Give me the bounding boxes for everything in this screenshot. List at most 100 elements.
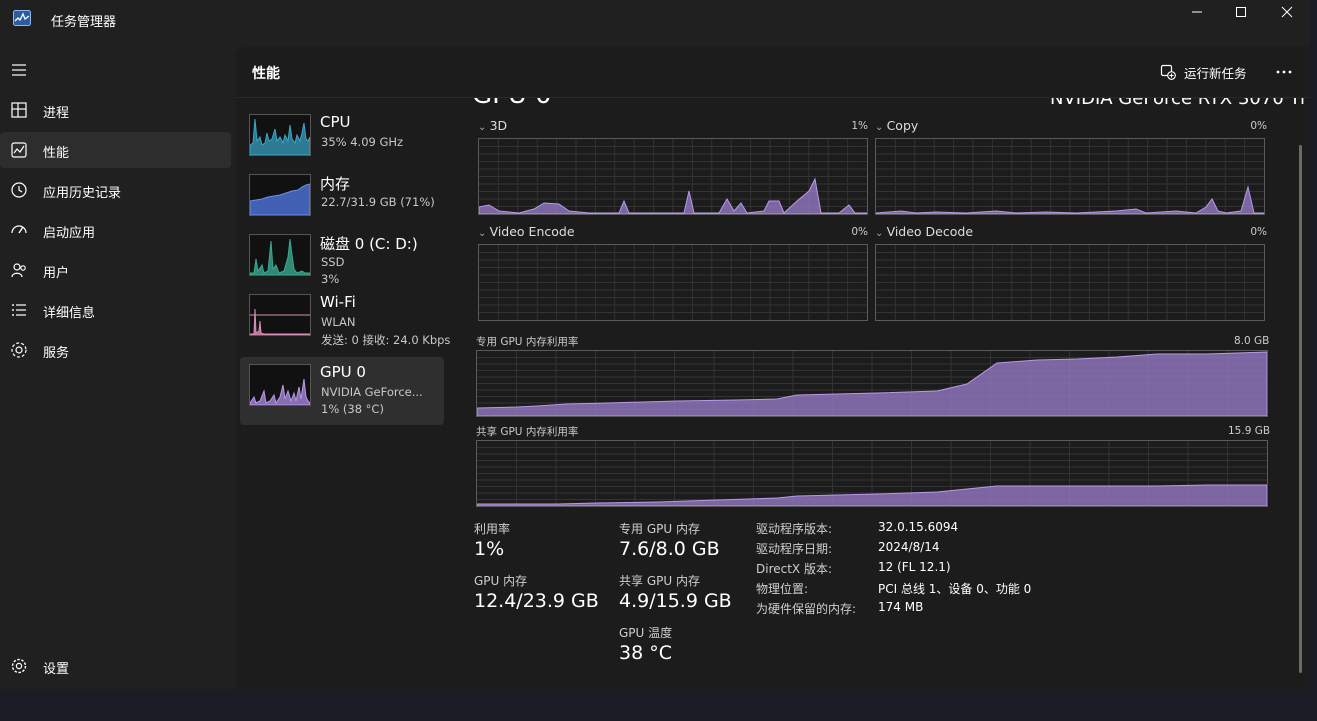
device-subtitle-2: 发送: 0 接收: 24.0 Kbps [321,333,451,347]
reserved-memory-value: 174 MB [878,600,924,614]
graph-3d [478,138,868,215]
maximize-icon [1236,7,1246,17]
gpu-memory-label: GPU 内存 [474,574,528,588]
graph-video-encode [478,244,868,321]
device-title: 磁盘 0 (C: D:) [320,235,418,253]
gpu-temperature-value: 38 °C [619,642,672,664]
device-title: 内存 [320,175,351,193]
graph-dedicated-memory-svg [477,351,1267,416]
gpu-model-name: NVIDIA GeForce RTX 3070 Ti [1050,98,1305,109]
graph-dedicated-memory [476,350,1268,417]
shared-memory-max: 15.9 GB [1228,425,1271,437]
disk-thumbnail-graph [249,234,311,276]
shared-gpu-memory-value: 4.9/15.9 GB [619,590,732,612]
device-item-disk[interactable]: 磁盘 0 (C: D:) SSD 3% [240,227,444,295]
device-item-gpu[interactable]: GPU 0 NVIDIA GeForce... 1% (38 °C) [240,357,444,425]
hamburger-menu-icon[interactable] [10,62,28,78]
gear-icon [11,658,27,674]
sidebar-item-processes[interactable]: 进程 [0,92,231,128]
sidebar-item-label: 设置 [43,662,70,677]
run-task-label: 运行新任务 [1184,65,1247,81]
window-title: 任务管理器 [51,15,117,30]
sidebar-item-startup[interactable]: 启动应用 [0,212,231,248]
title-bar: 任务管理器 [0,0,1310,40]
engine-selector-video-decode[interactable]: ⌄ Video Decode [875,224,973,239]
chevron-down-icon: ⌄ [478,228,490,239]
device-subtitle: SSD [321,255,345,269]
graph-video-decode [875,244,1265,321]
engine-selector-video-encode[interactable]: ⌄ Video Encode [478,224,575,239]
engine-percent: 0% [1250,226,1267,238]
performance-icon [11,142,27,158]
engine-selector-3d[interactable]: ⌄ 3D [478,118,507,133]
processes-icon [11,102,27,118]
task-manager-app-icon [13,10,31,26]
graph-gridlines [479,245,867,320]
device-item-memory[interactable]: 内存 22.7/31.9 GB (71%) [240,167,444,235]
minimize-button[interactable] [1174,0,1220,24]
sidebar-item-details[interactable]: 详细信息 [0,292,231,328]
graph-copy-svg [876,139,1264,214]
sidebar-item-services[interactable]: 服务 [0,332,231,368]
engine-percent: 1% [851,120,868,132]
device-subtitle-2: 1% (38 °C) [321,402,384,416]
gpu-thumb-area [250,378,310,405]
users-icon [11,263,26,278]
device-title: CPU [320,113,351,131]
graph-gridlines [876,245,1264,320]
engine-name: Copy [886,118,919,133]
device-subtitle: 22.7/31.9 GB (71%) [321,195,435,209]
device-title: GPU 0 [320,363,366,381]
graph-video-encode-svg [479,245,867,320]
graph-3d-svg [479,139,867,214]
sidebar-item-settings[interactable]: 设置 [0,648,231,684]
device-subtitle-2: 3% [321,272,340,286]
directx-version-key: DirectX 版本: [756,562,833,576]
physical-location-value: PCI 总线 1、设备 0、功能 0 [878,582,1032,596]
engine-selector-copy[interactable]: ⌄ Copy [875,118,918,133]
sidebar-item-performance[interactable]: 性能 [0,132,231,168]
driver-date-value: 2024/8/14 [878,540,940,554]
device-item-wifi[interactable]: Wi-Fi WLAN 发送: 0 接收: 24.0 Kbps [240,287,450,355]
sidebar-item-label: 详细信息 [43,306,96,321]
task-manager-window: 任务管理器 进程 性能 应用历史记录 启动应用 用户 详细信息 服务 设置 性能… [0,0,1310,689]
dedicated-memory-label: 专用 GPU 内存利用率 [476,336,579,348]
engine-name: Video Encode [489,224,575,239]
gpu-memory-value: 12.4/23.9 GB [474,590,599,612]
graph-shared-memory-svg [477,441,1267,506]
reserved-memory-key: 为硬件保留的内存: [756,602,857,616]
memory-thumbnail-graph [249,174,311,216]
engine-name: Video Decode [886,224,974,239]
sidebar-item-label: 性能 [43,146,70,161]
close-button[interactable] [1264,0,1310,24]
memory-thumb-area [250,183,310,215]
sidebar-item-app-history[interactable]: 应用历史记录 [0,172,231,208]
app-history-icon [11,182,27,198]
more-options-button[interactable] [1272,61,1296,83]
sidebar-item-label: 用户 [43,266,70,281]
disk-thumb-area [250,238,310,275]
shared-gpu-memory-label: 共享 GPU 内存 [619,574,700,588]
more-icon [1276,70,1292,74]
physical-location-key: 物理位置: [756,582,809,596]
sidebar-item-label: 服务 [43,346,70,361]
engine-percent: 0% [851,226,868,238]
content-header: 性能 运行新任务 [236,47,1310,98]
engine-name: 3D [489,118,508,133]
wifi-thumbnail-graph [249,294,311,336]
gpu-temperature-label: GPU 温度 [619,626,673,640]
maximize-button[interactable] [1218,0,1264,24]
sidebar-item-label: 进程 [43,106,70,121]
page-title: 性能 [252,66,280,82]
chevron-down-icon: ⌄ [875,228,887,239]
device-subtitle: 35% 4.09 GHz [321,135,404,149]
sidebar-item-label: 应用历史记录 [43,186,122,201]
sidebar-item-users[interactable]: 用户 [0,252,231,288]
graph-video-decode-svg [876,245,1264,320]
device-title: Wi-Fi [320,293,356,311]
device-item-cpu[interactable]: CPU 35% 4.09 GHz [240,107,444,175]
cpu-thumbnail-graph [249,114,311,156]
vertical-scrollbar[interactable] [1299,145,1302,673]
details-icon [12,304,26,316]
run-new-task-button[interactable]: 运行新任务 [1160,61,1247,83]
